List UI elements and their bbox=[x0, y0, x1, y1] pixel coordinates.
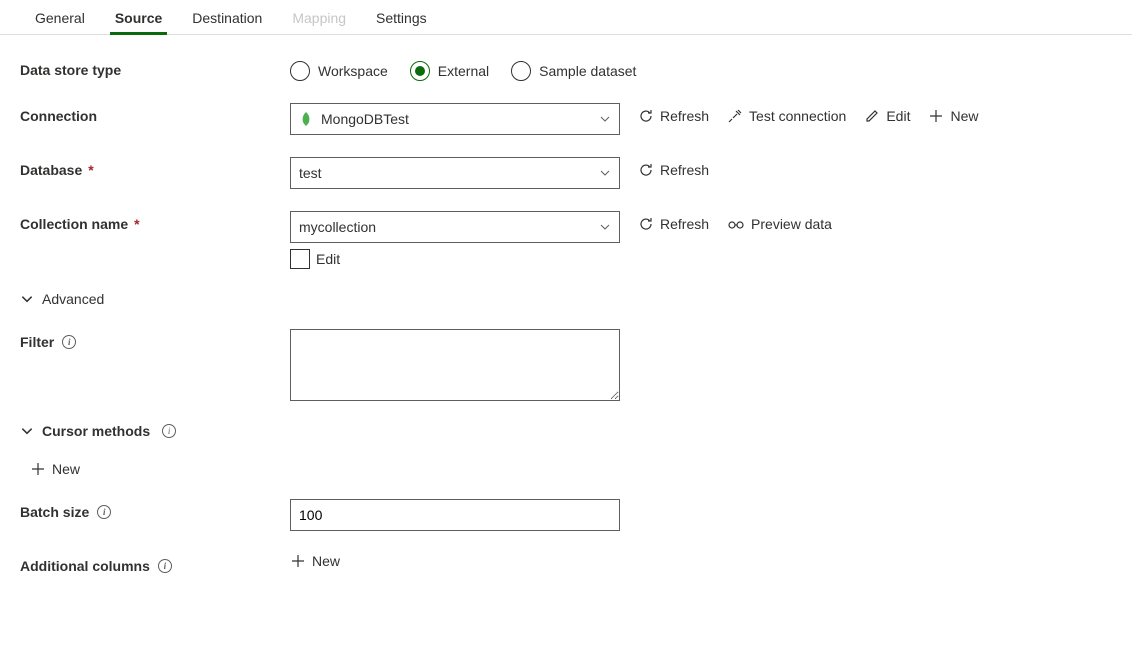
tab-destination[interactable]: Destination bbox=[177, 0, 277, 34]
label-collection-name: Collection name* bbox=[20, 211, 290, 232]
tab-general[interactable]: General bbox=[20, 0, 100, 34]
label-data-store-type: Data store type bbox=[20, 57, 290, 78]
data-store-type-radio-group: Workspace External Sample dataset bbox=[290, 57, 636, 81]
radio-external-label: External bbox=[438, 63, 489, 79]
preview-data-label: Preview data bbox=[751, 216, 832, 232]
mongodb-icon bbox=[299, 112, 313, 126]
edit-label: Edit bbox=[886, 108, 910, 124]
refresh-label: Refresh bbox=[660, 108, 709, 124]
chevron-down-icon bbox=[599, 167, 611, 179]
plus-icon bbox=[928, 108, 944, 124]
refresh-collection-button[interactable]: Refresh bbox=[638, 211, 709, 232]
test-connection-label: Test connection bbox=[749, 108, 846, 124]
new-connection-button[interactable]: New bbox=[928, 103, 978, 124]
connection-value: MongoDBTest bbox=[321, 111, 409, 127]
radio-workspace-label: Workspace bbox=[318, 63, 388, 79]
chevron-down-icon bbox=[599, 221, 611, 233]
radio-external[interactable]: External bbox=[410, 61, 489, 81]
refresh-database-button[interactable]: Refresh bbox=[638, 157, 709, 178]
info-icon[interactable]: i bbox=[62, 335, 76, 349]
edit-checkbox[interactable] bbox=[290, 249, 310, 269]
preview-data-button[interactable]: Preview data bbox=[727, 211, 832, 232]
test-connection-button[interactable]: Test connection bbox=[727, 103, 846, 124]
refresh-label: Refresh bbox=[660, 162, 709, 178]
glasses-icon bbox=[727, 216, 745, 232]
database-select[interactable]: test bbox=[290, 157, 620, 189]
collection-value: mycollection bbox=[299, 219, 376, 235]
tab-source[interactable]: Source bbox=[100, 0, 177, 34]
edit-icon bbox=[864, 108, 880, 124]
refresh-icon bbox=[638, 162, 654, 178]
required-asterisk: * bbox=[88, 162, 93, 178]
new-label: New bbox=[52, 461, 80, 477]
refresh-label: Refresh bbox=[660, 216, 709, 232]
label-connection: Connection bbox=[20, 103, 290, 124]
test-connection-icon bbox=[727, 108, 743, 124]
radio-sample-dataset[interactable]: Sample dataset bbox=[511, 61, 636, 81]
plus-icon bbox=[30, 461, 46, 477]
info-icon[interactable]: i bbox=[162, 424, 176, 438]
radio-sample-dataset-label: Sample dataset bbox=[539, 63, 636, 79]
edit-connection-button[interactable]: Edit bbox=[864, 103, 910, 124]
advanced-toggle[interactable]: Advanced bbox=[20, 291, 104, 307]
batch-size-input[interactable] bbox=[290, 499, 620, 531]
form-body: Data store type Workspace External Sampl… bbox=[0, 35, 1132, 596]
chevron-down-icon bbox=[20, 292, 34, 306]
label-additional-columns: Additional columns i bbox=[20, 553, 290, 574]
info-icon[interactable]: i bbox=[97, 505, 111, 519]
tab-bar: General Source Destination Mapping Setti… bbox=[0, 0, 1132, 35]
label-filter: Filter i bbox=[20, 329, 290, 350]
tab-settings[interactable]: Settings bbox=[361, 0, 442, 34]
edit-checkbox-label: Edit bbox=[316, 251, 340, 267]
collection-select[interactable]: mycollection bbox=[290, 211, 620, 243]
radio-workspace[interactable]: Workspace bbox=[290, 61, 388, 81]
tab-mapping: Mapping bbox=[277, 0, 361, 34]
new-label: New bbox=[312, 553, 340, 569]
cursor-methods-label: Cursor methods bbox=[42, 423, 150, 439]
new-label: New bbox=[950, 108, 978, 124]
new-additional-column-button[interactable]: New bbox=[290, 553, 340, 569]
refresh-icon bbox=[638, 216, 654, 232]
chevron-down-icon bbox=[20, 424, 34, 438]
cursor-methods-toggle[interactable]: Cursor methods i bbox=[20, 423, 176, 439]
label-batch-size: Batch size i bbox=[20, 499, 290, 520]
plus-icon bbox=[290, 553, 306, 569]
new-cursor-method-button[interactable]: New bbox=[20, 461, 80, 477]
advanced-label: Advanced bbox=[42, 291, 104, 307]
refresh-connection-button[interactable]: Refresh bbox=[638, 103, 709, 124]
filter-textarea[interactable] bbox=[290, 329, 620, 401]
database-value: test bbox=[299, 165, 322, 181]
required-asterisk: * bbox=[134, 216, 139, 232]
chevron-down-icon bbox=[599, 113, 611, 125]
refresh-icon bbox=[638, 108, 654, 124]
connection-select[interactable]: MongoDBTest bbox=[290, 103, 620, 135]
info-icon[interactable]: i bbox=[158, 559, 172, 573]
label-database: Database* bbox=[20, 157, 290, 178]
